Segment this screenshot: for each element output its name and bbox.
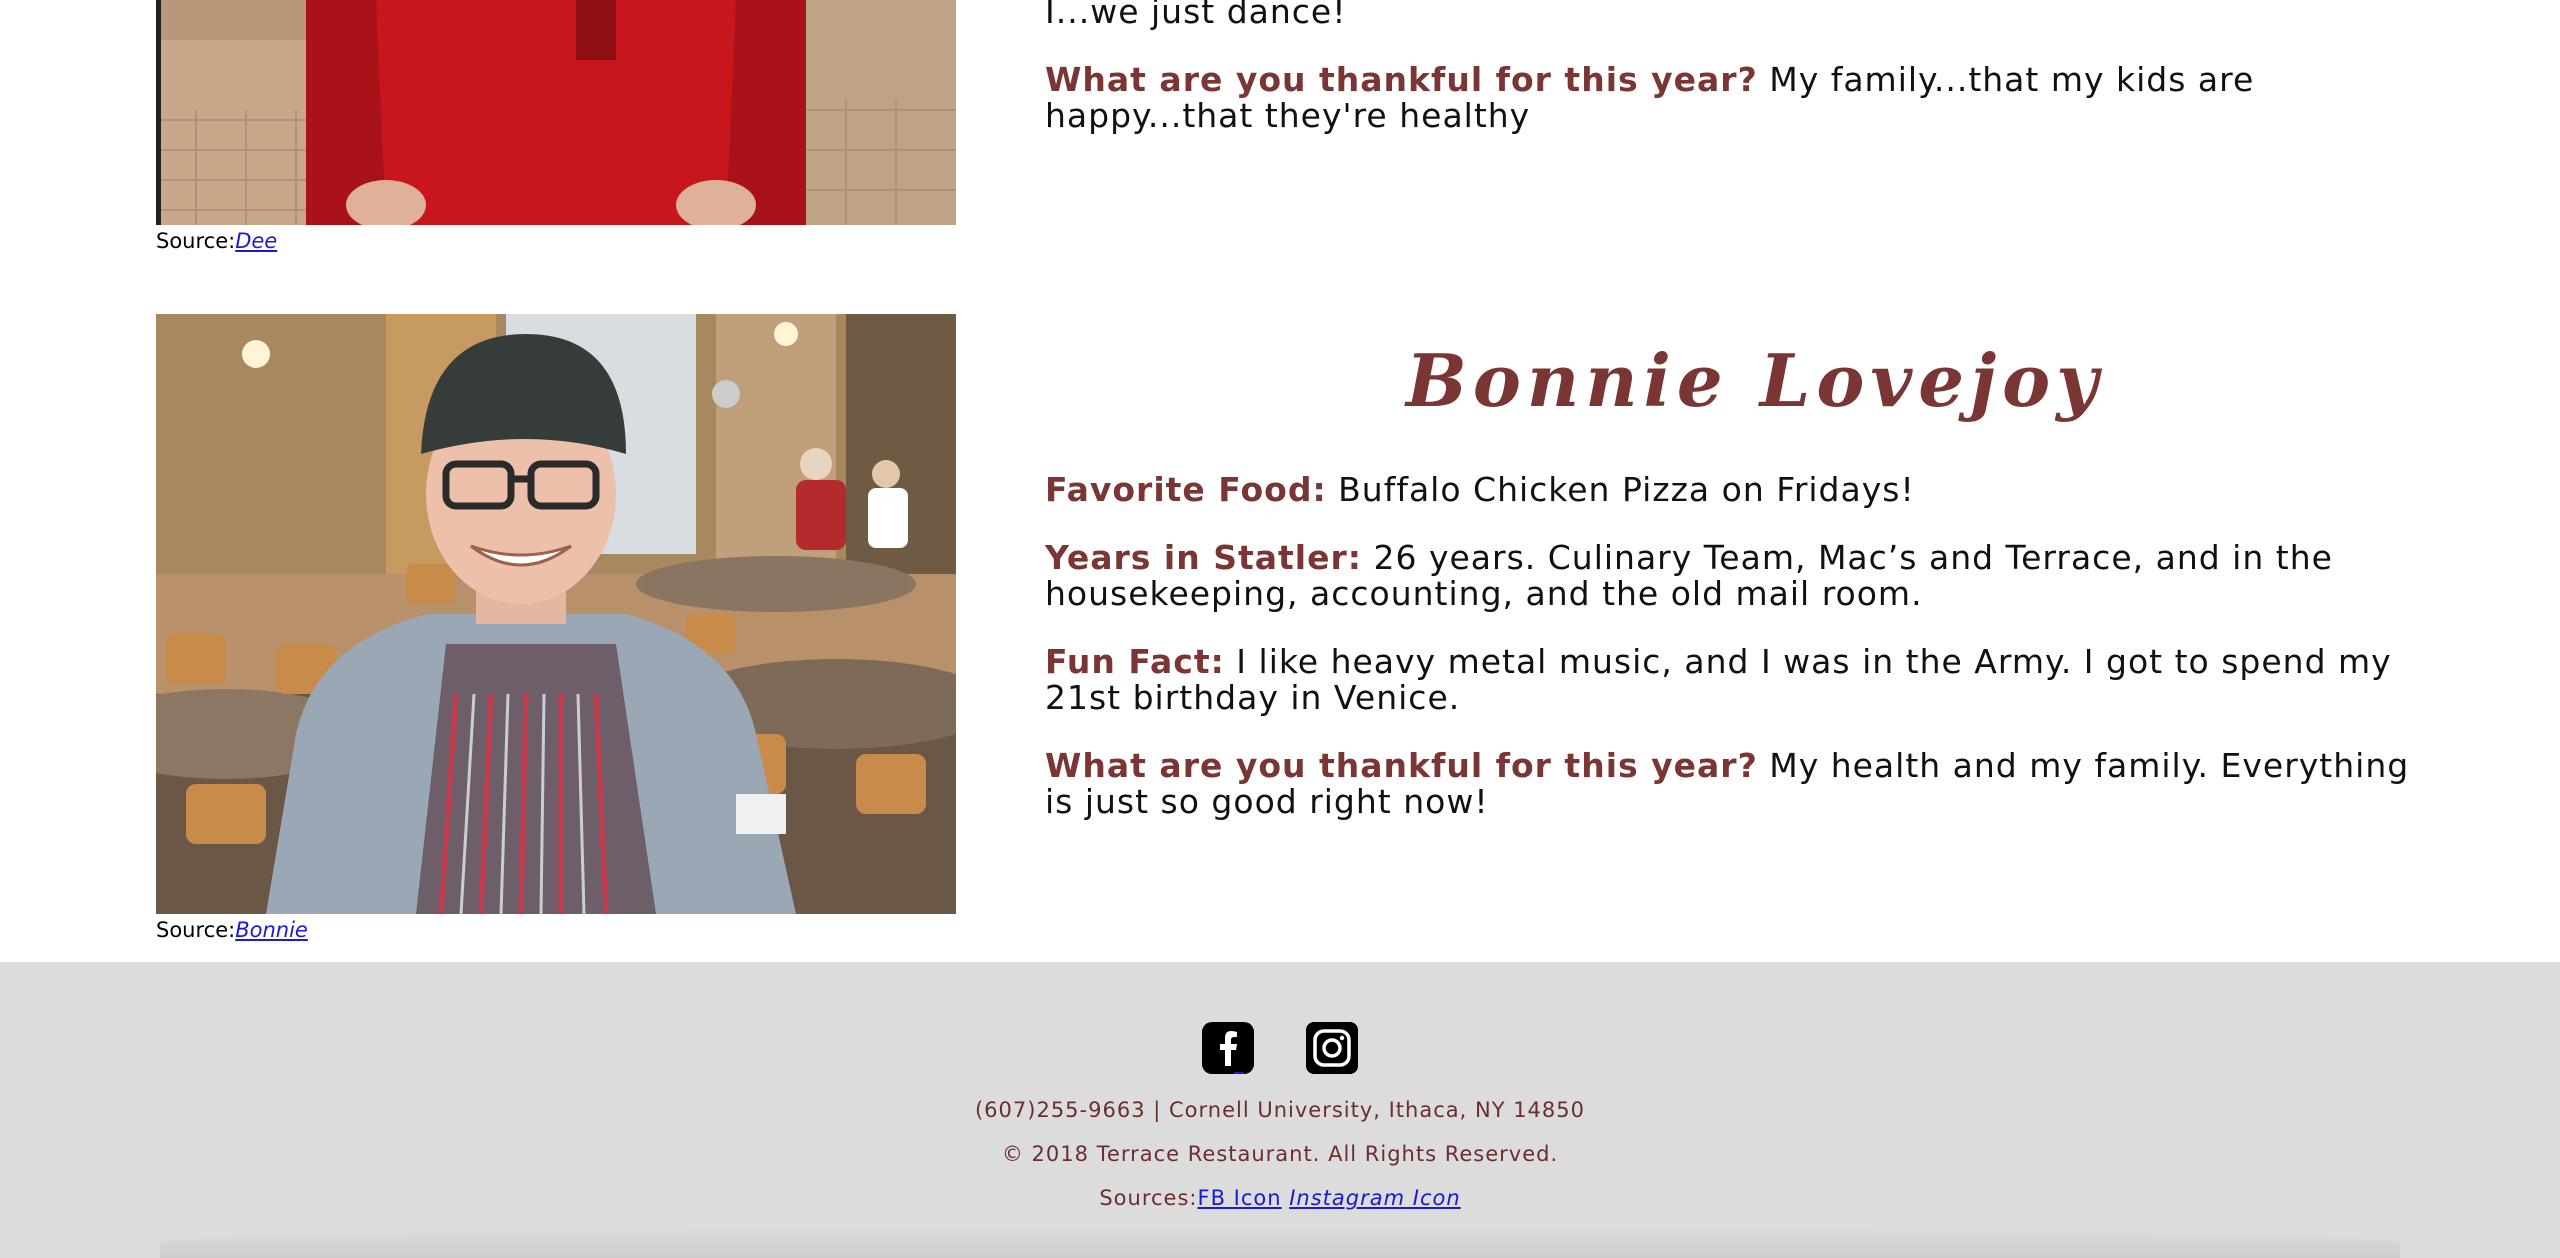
years-label: Years in Statler:	[1045, 538, 1362, 577]
bonnie-source-link[interactable]: Bonnie	[235, 918, 308, 942]
facebook-link[interactable]	[1202, 1022, 1255, 1074]
dee-thankful: What are you thankful for this year? My …	[1045, 62, 2425, 134]
dee-source-link[interactable]: Dee	[235, 229, 277, 253]
favorite-food-label: Favorite Food:	[1045, 470, 1327, 509]
footer-contact: (607)255-9663 | Cornell University, Itha…	[974, 1098, 1586, 1122]
bonnie-fun-fact: Fun Fact: I like heavy metal music, and …	[1045, 644, 2425, 716]
dee-fun-fact-tail: I...we just dance!	[1045, 0, 1347, 31]
bonnie-favorite-food: Favorite Food: Buffalo Chicken Pizza on …	[1045, 472, 2425, 508]
dee-details: I...we just dance! What are you thankful…	[1045, 0, 2425, 166]
bonnie-details: Favorite Food: Buffalo Chicken Pizza on …	[1045, 472, 2425, 852]
facebook-icon	[1202, 1022, 1255, 1074]
instagram-link[interactable]	[1305, 1022, 1358, 1074]
source-label: Source:	[156, 918, 236, 942]
thankful-label: What are you thankful for this year?	[1045, 746, 1758, 785]
dee-photo-source: Source:Dee	[156, 229, 277, 253]
instagram-icon	[1305, 1022, 1358, 1074]
source-label: Source:	[156, 229, 236, 253]
footer-shadow	[160, 1228, 2400, 1258]
instagram-icon-source-link[interactable]: Instagram Icon	[1289, 1186, 1460, 1210]
fun-fact-value: I like heavy metal music, and I was in t…	[1045, 642, 2392, 717]
social-links	[0, 1022, 2560, 1074]
bonnie-thankful: What are you thankful for this year? My …	[1045, 748, 2425, 820]
footer: (607)255-9663 | Cornell University, Itha…	[0, 962, 2560, 1258]
thankful-label: What are you thankful for this year?	[1045, 60, 1758, 99]
footer-sources: Sources:FB Icon Instagram Icon	[0, 1186, 2560, 1210]
favorite-food-value: Buffalo Chicken Pizza on Fridays!	[1338, 470, 1915, 509]
link-underline-gap	[1234, 1072, 1244, 1074]
bonnie-name: Bonnie Lovejoy	[1405, 338, 2104, 423]
dee-photo	[156, 0, 956, 225]
page: Source:Dee I...we just dance! What are y…	[0, 0, 2560, 1258]
sources-label: Sources:	[1099, 1186, 1198, 1210]
fb-icon-source-link[interactable]: FB Icon	[1197, 1186, 1281, 1210]
fun-fact-label: Fun Fact:	[1045, 642, 1225, 681]
bonnie-photo	[156, 314, 956, 914]
bonnie-years: Years in Statler: 26 years. Culinary Tea…	[1045, 540, 2425, 612]
bonnie-photo-source: Source:Bonnie	[156, 918, 308, 942]
footer-copyright: © 2018 Terrace Restaurant. All Rights Re…	[1001, 1142, 1559, 1166]
